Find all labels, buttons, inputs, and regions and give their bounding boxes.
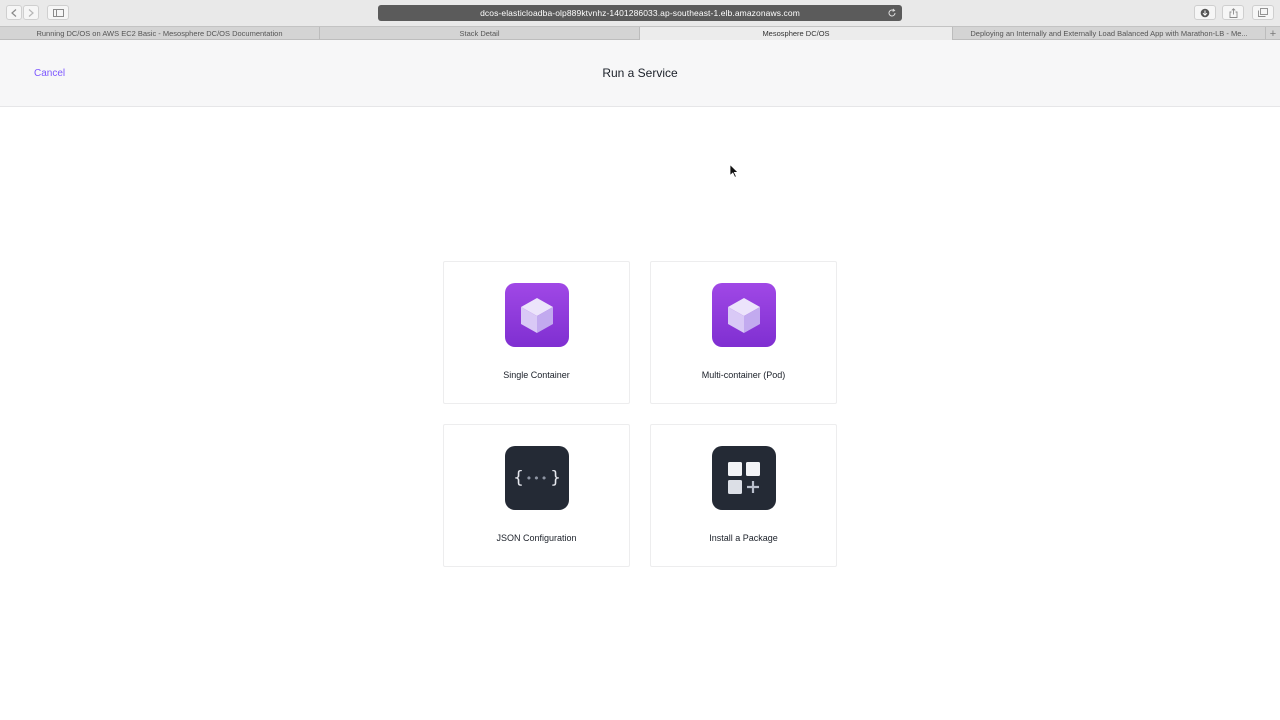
page-title: Run a Service [602,66,678,80]
option-tile [505,283,569,347]
share-icon [1229,7,1237,18]
back-button[interactable] [6,5,22,20]
forward-button[interactable] [23,5,39,20]
option-tile [712,446,776,510]
reload-icon[interactable] [887,8,897,18]
mouse-cursor-icon [729,164,739,178]
chevron-right-icon [28,8,34,17]
browser-tab-bar: Running DC/OS on AWS EC2 Basic - Mesosph… [0,26,1280,40]
browser-toolbar: dcos-elasticloadba-olp889ktvnhz-14012860… [0,0,1280,26]
downloads-button[interactable] [1194,5,1216,20]
option-single-container[interactable]: Single Container [443,261,630,404]
tab-label: Deploying an Internally and Externally L… [970,29,1248,38]
new-tab-button[interactable]: + [1266,27,1280,40]
option-json-configuration[interactable]: {•••} JSON Configuration [443,424,630,567]
tab-dcos-aws-docs[interactable]: Running DC/OS on AWS EC2 Basic - Mesosph… [0,27,320,40]
option-multi-container-pod[interactable]: Multi-container (Pod) [650,261,837,404]
option-label: JSON Configuration [496,533,577,543]
sidebar-icon [52,8,64,17]
download-icon [1200,8,1210,17]
cube-icon [728,298,760,333]
address-bar[interactable]: dcos-elasticloadba-olp889ktvnhz-14012860… [378,5,902,21]
tabs-overview-icon [1258,8,1268,17]
tab-label: Mesosphere DC/OS [762,29,830,38]
json-braces-icon: {•••} [513,468,561,488]
option-label: Install a Package [709,533,778,543]
option-tile: {•••} [505,446,569,510]
option-install-package[interactable]: Install a Package [650,424,837,567]
tab-stack-detail[interactable]: Stack Detail [320,27,640,40]
tab-label: Stack Detail [459,29,500,38]
option-tile [712,283,776,347]
chevron-left-icon [11,8,17,17]
sidebar-toggle-button[interactable] [47,5,69,20]
tab-marathon-lb[interactable]: Deploying an Internally and Externally L… [953,27,1266,40]
option-label: Multi-container (Pod) [701,370,786,380]
modal-header: Cancel Run a Service [0,40,1280,107]
package-grid-plus-icon [728,462,760,494]
tab-mesosphere-dcos[interactable]: Mesosphere DC/OS [640,27,953,40]
cube-icon [521,298,553,333]
tab-label: Running DC/OS on AWS EC2 Basic - Mesosph… [36,29,283,38]
tabs-overview-button[interactable] [1252,5,1274,20]
option-label: Single Container [503,370,570,380]
address-url: dcos-elasticloadba-olp889ktvnhz-14012860… [480,8,800,18]
share-button[interactable] [1222,5,1244,20]
